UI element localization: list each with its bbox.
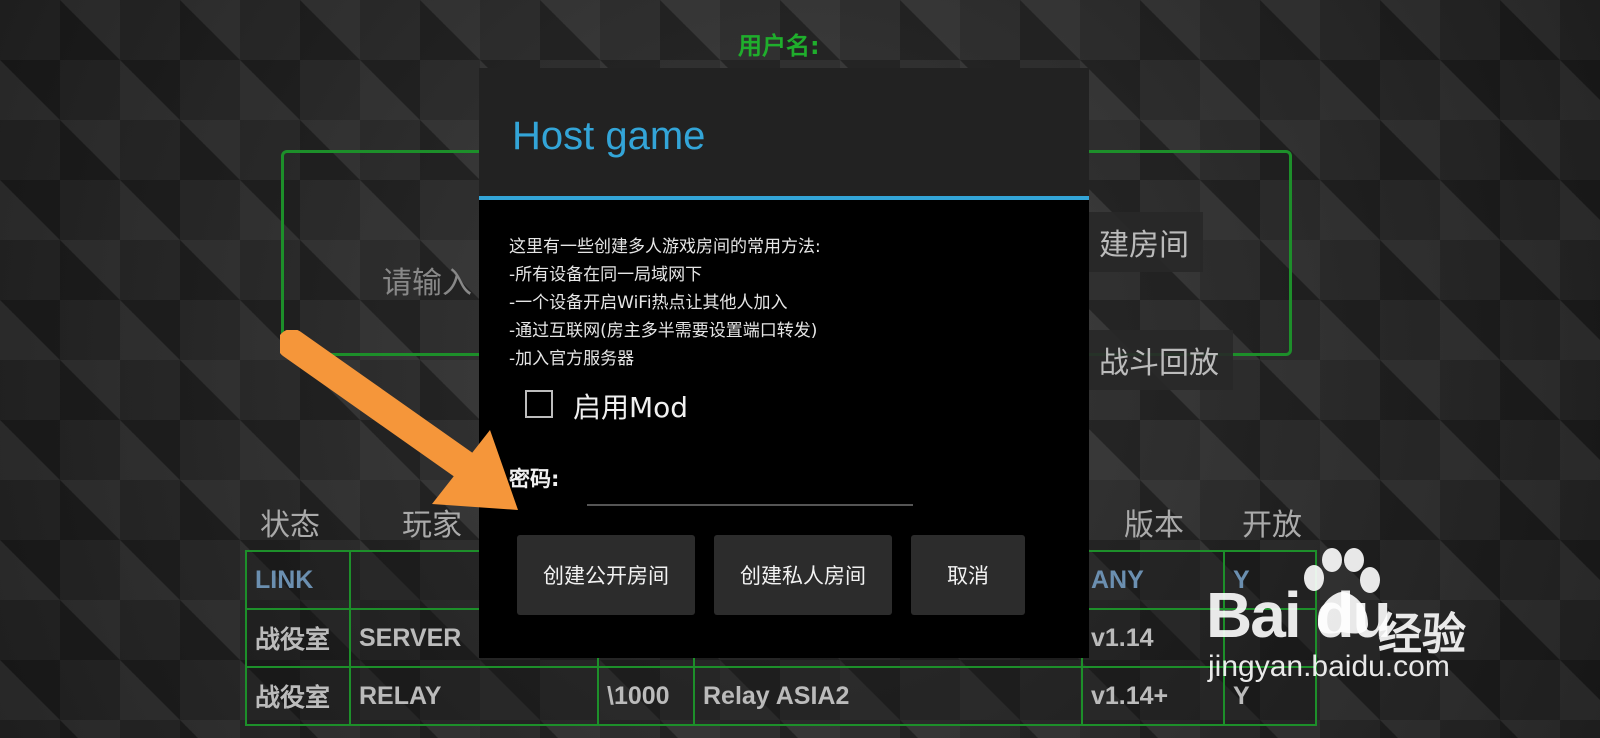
cell-status: 战役室 [245,666,351,726]
name-input-placeholder[interactable]: 请输入 [382,258,472,302]
cell-name: Relay ASIA2 [693,666,1083,726]
watermark-brand: Bai du [1206,579,1392,651]
cell-type: RELAY [349,666,599,726]
description-line: -加入官方服务器 [509,349,635,369]
watermark-url: jingyan.baidu.com [1208,650,1450,683]
column-header-open: 开放 [1242,508,1302,543]
create-public-room-button[interactable]: 创建公开房间 [517,535,695,615]
annotation-arrow-icon [280,330,518,510]
enable-mod-label[interactable]: 启用Mod [573,386,688,426]
create-private-room-button[interactable]: 创建私人房间 [714,535,892,615]
host-game-dialog: Host game 这里有一些创建多人游戏房间的常用方法: -所有设备在同一局域… [479,68,1089,658]
dialog-title: Host game [512,114,706,158]
description-line: -一个设备开启WiFi热点让其他人加入 [509,293,788,313]
cell-players: \1000 [597,666,695,726]
username-label: 用户名: [738,32,820,60]
baidu-watermark: Bai du 经验 jingyan.baidu.com [1200,548,1500,738]
table-row[interactable]: 战役室 RELAY \1000 Relay ASIA2 v1.14+ Y [245,666,1317,726]
description-line: -所有设备在同一局域网下 [509,265,703,285]
password-input[interactable] [587,472,913,506]
create-room-button[interactable]: 建房间 [1085,212,1203,272]
dialog-header: Host game [479,68,1089,200]
dialog-description: 这里有一些创建多人游戏房间的常用方法: -所有设备在同一局域网下 -一个设备开启… [509,233,1069,373]
description-line: -通过互联网(房主多半需要设置端口转发) [509,321,818,341]
cancel-button[interactable]: 取消 [911,535,1025,615]
battle-replay-button[interactable]: 战斗回放 [1085,330,1233,390]
description-line: 这里有一些创建多人游戏房间的常用方法: [509,237,821,257]
cell-status: LINK [245,550,351,610]
cell-status: 战役室 [245,608,351,668]
column-header-version: 版本 [1124,508,1184,543]
